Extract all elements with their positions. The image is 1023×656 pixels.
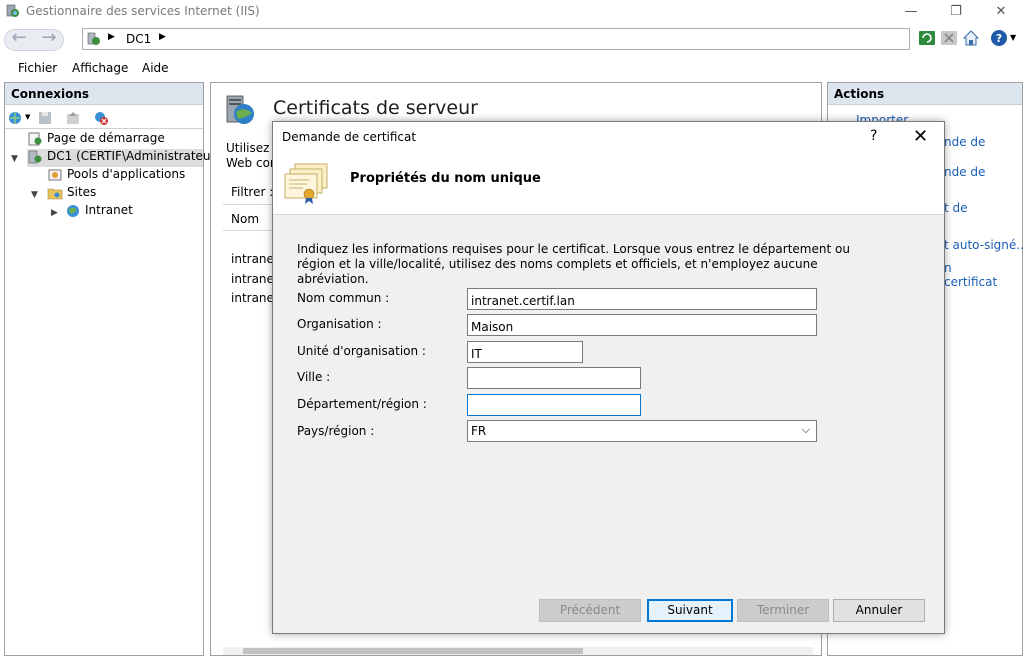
home-icon[interactable] xyxy=(962,29,980,47)
breadcrumb-separator-icon: ▶ xyxy=(108,32,115,42)
tree-item-app-pools[interactable]: Pools d'applications xyxy=(47,167,185,185)
state-label: Département/région : xyxy=(297,397,427,411)
connections-pane: Connexions ▼ Page de démarrage ▼ DC1 (CE… xyxy=(4,82,220,656)
menu-bar: Fichier Affichage Aide xyxy=(0,56,1023,80)
help-icon[interactable]: ? xyxy=(990,29,1008,47)
certificate-request-dialog: Demande de certificat ? ✕ Propriétés du … xyxy=(272,121,945,634)
server-icon xyxy=(28,150,42,163)
tree-label-app-pools: Pools d'applications xyxy=(67,167,186,181)
tree-item-server[interactable]: DC1 (CERTIF\Administrateur) xyxy=(27,149,220,167)
org-unit-label: Unité d'organisation : xyxy=(297,344,426,358)
up-level-icon[interactable] xyxy=(65,110,81,126)
menu-help[interactable]: Aide xyxy=(142,61,169,75)
server-icon xyxy=(87,32,100,45)
tree-label-start-page: Page de démarrage xyxy=(47,131,165,145)
cancel-button[interactable]: Annuler xyxy=(833,599,925,622)
city-label: Ville : xyxy=(297,370,331,384)
window-close-button[interactable]: ✕ xyxy=(986,2,1016,22)
stop-icon[interactable] xyxy=(940,29,958,47)
action-enable-renewal[interactable]: n xyxy=(944,261,952,275)
certificate-icon xyxy=(284,163,328,204)
tree-label-intranet: Intranet xyxy=(85,203,133,217)
finish-button[interactable]: Terminer xyxy=(737,599,829,622)
country-selected-value: FR xyxy=(471,424,487,438)
connections-toolbar: ▼ xyxy=(5,107,203,129)
save-icon[interactable] xyxy=(37,110,53,126)
remove-connection-icon[interactable] xyxy=(93,110,109,126)
actions-header: Actions xyxy=(828,83,1022,105)
city-input[interactable] xyxy=(467,367,641,389)
minimize-button[interactable]: — xyxy=(896,2,926,22)
dialog-title: Demande de certificat xyxy=(282,130,417,144)
dialog-header: Demande de certificat ? ✕ Propriétés du … xyxy=(273,122,944,215)
dialog-help-button[interactable]: ? xyxy=(870,128,877,144)
back-button[interactable]: ← xyxy=(6,28,32,50)
previous-button[interactable]: Précédent xyxy=(539,599,641,622)
server-certificates-icon xyxy=(226,95,254,124)
horizontal-scrollbar[interactable] xyxy=(223,647,813,655)
action-renewal-certificate[interactable]: certificat xyxy=(944,275,997,289)
common-name-input[interactable] xyxy=(467,288,817,310)
page-title: Certificats de serveur xyxy=(273,97,478,119)
action-create-self-signed[interactable]: t auto-signé... xyxy=(944,238,1023,252)
tree-item-intranet[interactable]: Intranet xyxy=(65,203,133,221)
intranet-expander-icon[interactable]: ▶ xyxy=(51,208,58,218)
breadcrumb-dc1[interactable]: DC1 xyxy=(126,32,151,46)
column-header-name[interactable]: Nom xyxy=(231,212,259,226)
app-pools-icon xyxy=(48,169,62,180)
organization-label: Organisation : xyxy=(297,317,382,331)
action-create-request[interactable]: nde de xyxy=(944,135,985,149)
chevron-down-icon: ⌵ xyxy=(801,423,810,436)
menu-file[interactable]: Fichier xyxy=(18,61,57,75)
start-page-icon xyxy=(28,132,42,145)
dialog-close-button[interactable]: ✕ xyxy=(913,126,928,147)
help-dropdown-icon[interactable]: ▼ xyxy=(1010,33,1016,42)
window-title: Gestionnaire des services Internet (IIS) xyxy=(26,4,260,18)
connect-dropdown-icon[interactable]: ▼ xyxy=(25,113,30,121)
tree-label-server: DC1 (CERTIF\Administrateur) xyxy=(47,149,221,163)
forward-button[interactable]: → xyxy=(36,28,62,50)
country-label: Pays/région : xyxy=(297,424,375,438)
dialog-heading: Propriétés du nom unique xyxy=(350,171,541,186)
connect-globe-icon[interactable] xyxy=(7,110,23,126)
tree-item-start-page[interactable]: Page de démarrage xyxy=(27,131,165,149)
connections-header: Connexions xyxy=(5,83,203,105)
next-button[interactable]: Suivant xyxy=(647,599,733,622)
filter-label: Filtrer : xyxy=(231,185,274,199)
action-create-domain-cert[interactable]: t de xyxy=(944,201,968,215)
sites-expander-icon[interactable]: ▼ xyxy=(31,190,38,200)
scrollbar-thumb[interactable] xyxy=(243,648,583,654)
server-expander-icon[interactable]: ▼ xyxy=(11,154,18,164)
globe-icon xyxy=(67,204,79,217)
dialog-instructions: Indiquez les informations requises pour … xyxy=(297,242,850,286)
iis-app-icon xyxy=(6,4,19,17)
org-unit-input[interactable] xyxy=(467,341,583,363)
menu-view[interactable]: Affichage xyxy=(72,61,128,75)
refresh-icon[interactable] xyxy=(918,29,936,47)
sites-folder-icon xyxy=(47,188,63,199)
address-bar: ← → ▶ DC1 ▶ ? ▼ xyxy=(0,24,1023,54)
tree-item-sites[interactable]: Sites xyxy=(47,185,96,203)
tree-label-sites: Sites xyxy=(67,185,97,199)
country-select[interactable]: FR ⌵ xyxy=(467,420,817,442)
common-name-label: Nom commun : xyxy=(297,291,390,305)
svg-text:?: ? xyxy=(996,32,1002,45)
breadcrumb-dropdown-icon[interactable]: ▶ xyxy=(159,32,166,42)
action-complete-request[interactable]: nde de xyxy=(944,165,985,179)
address-field[interactable]: ▶ DC1 ▶ xyxy=(82,28,910,50)
organization-input[interactable] xyxy=(467,314,817,336)
state-input[interactable] xyxy=(467,394,641,416)
restore-button[interactable]: ❐ xyxy=(941,2,971,22)
title-bar: Gestionnaire des services Internet (IIS)… xyxy=(0,0,1023,24)
